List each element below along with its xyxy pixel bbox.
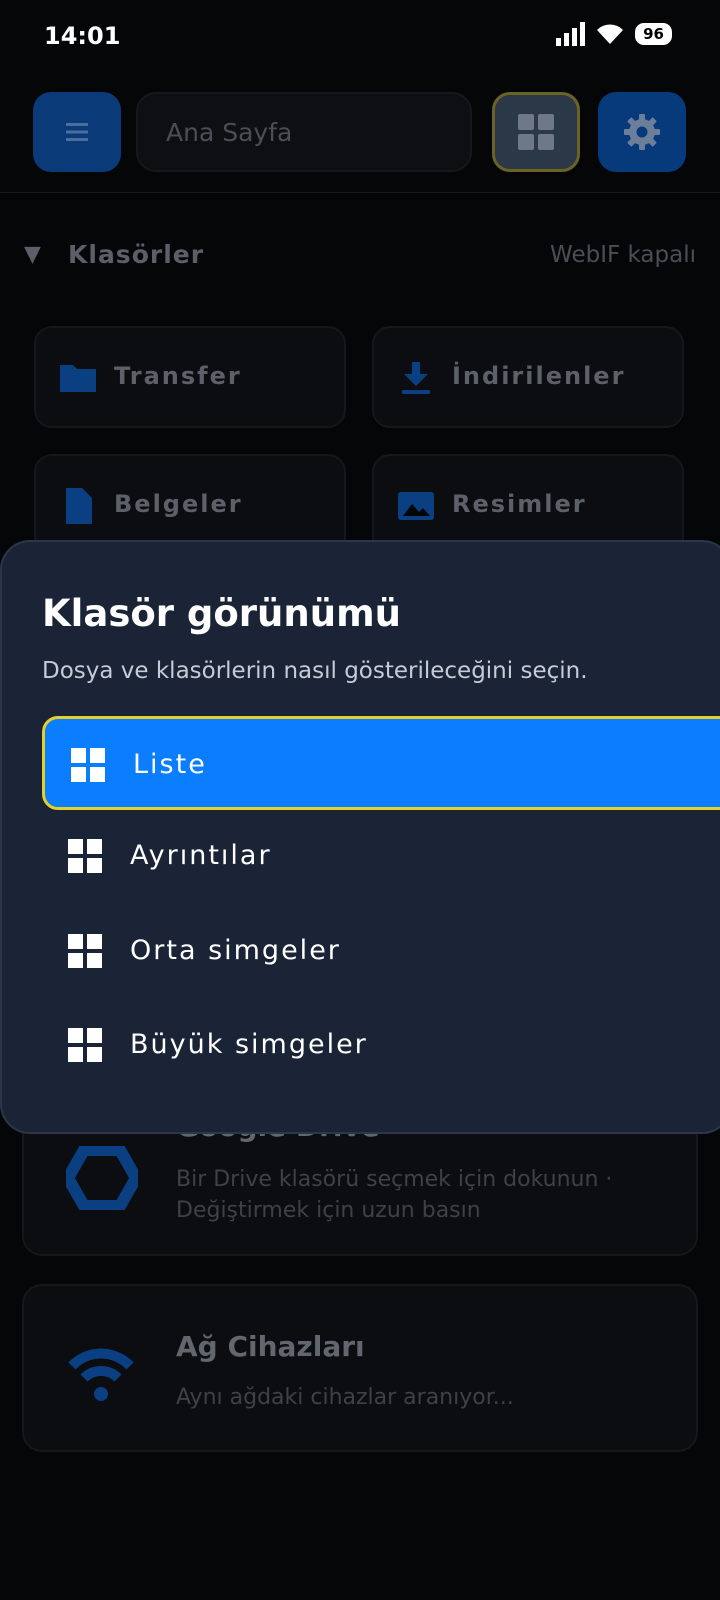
gear-icon xyxy=(624,114,660,150)
hamburger-icon xyxy=(66,123,88,141)
search-input[interactable]: Ana Sayfa xyxy=(136,92,472,172)
grid-icon xyxy=(71,748,105,782)
folder-label: Resimler xyxy=(452,490,587,518)
download-icon xyxy=(402,362,430,394)
grid-icon xyxy=(68,934,102,968)
folder-downloads[interactable]: İndirilenler xyxy=(372,326,684,428)
settings-button[interactable] xyxy=(598,92,686,172)
option-medium-icons[interactable]: Orta simgeler xyxy=(42,905,720,999)
wifi-icon xyxy=(597,24,624,44)
drive-icon xyxy=(66,1146,138,1210)
top-bar: Ana Sayfa xyxy=(0,92,720,172)
drive-card-subtitle: Bir Drive klasörü seçmek için dokunun · … xyxy=(176,1167,613,1223)
image-icon xyxy=(398,492,434,520)
status-icons: 96 xyxy=(555,22,672,46)
network-devices-card[interactable]: Ağ Cihazları Aynı ağdaki cihazlar aranıy… xyxy=(22,1284,698,1452)
grid-icon xyxy=(68,839,102,873)
dialog-subtitle: Dosya ve klasörlerin nasıl gösterileceği… xyxy=(42,658,588,684)
header-divider xyxy=(0,192,720,193)
option-large-icons[interactable]: Büyük simgeler xyxy=(42,999,720,1093)
option-label: Ayrıntılar xyxy=(130,840,272,871)
menu-button[interactable] xyxy=(33,92,121,172)
folder-transfer[interactable]: Transfer xyxy=(34,326,346,428)
option-label: Orta simgeler xyxy=(130,935,341,966)
folder-view-dialog: Klasör görünümü Dosya ve klasörlerin nas… xyxy=(0,540,720,1134)
option-label: Liste xyxy=(133,749,207,780)
status-time: 14:01 xyxy=(44,22,121,50)
search-placeholder: Ana Sayfa xyxy=(166,118,293,147)
folder-icon xyxy=(60,365,96,392)
webif-status: WebIF kapalı xyxy=(550,242,696,268)
network-card-title: Ağ Cihazları xyxy=(176,1330,365,1363)
folder-label: Transfer xyxy=(114,362,242,390)
status-bar: 14:01 96 xyxy=(0,0,720,72)
document-icon xyxy=(66,488,92,524)
section-title: Klasörler xyxy=(68,240,205,269)
network-wifi-icon xyxy=(68,1348,134,1401)
grid-icon xyxy=(68,1028,102,1062)
folders-section-header[interactable]: ▼ Klasörler WebIF kapalı xyxy=(24,240,696,280)
folder-label: Belgeler xyxy=(114,490,243,518)
option-label: Büyük simgeler xyxy=(130,1029,368,1060)
option-details[interactable]: Ayrıntılar xyxy=(42,810,720,904)
network-card-subtitle: Aynı ağdaki cihazlar aranıyor... xyxy=(176,1385,514,1410)
signal-icon xyxy=(556,22,586,46)
option-list[interactable]: Liste xyxy=(42,716,720,810)
collapse-caret-icon: ▼ xyxy=(24,242,41,267)
dialog-title: Klasör görünümü xyxy=(42,592,401,635)
battery-indicator: 96 xyxy=(635,23,672,45)
folder-label: İndirilenler xyxy=(452,362,626,390)
grid-icon xyxy=(518,114,554,150)
view-mode-button[interactable] xyxy=(492,92,580,172)
